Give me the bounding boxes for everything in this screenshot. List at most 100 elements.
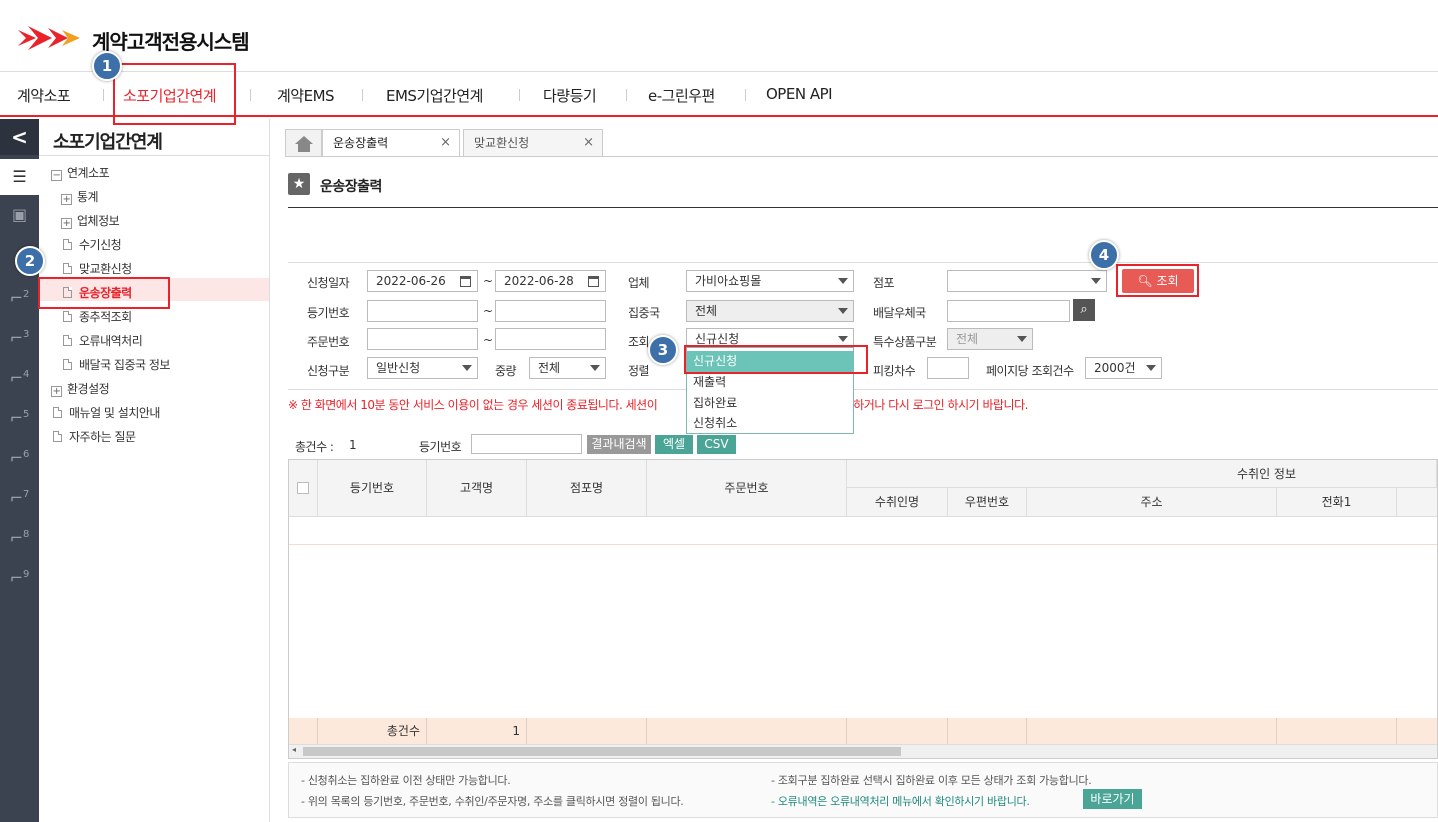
col-customer-name[interactable]: 고객명: [427, 460, 527, 517]
option-cancel-apply[interactable]: 신청취소: [687, 413, 853, 434]
csv-button[interactable]: CSV: [697, 435, 736, 454]
hub-select[interactable]: 전체: [686, 300, 854, 322]
tab-waybill-print[interactable]: 운송장출력 ×: [322, 129, 460, 157]
expand-icon[interactable]: +: [61, 218, 72, 229]
filter-results-button[interactable]: 결과내검색: [587, 435, 651, 454]
chevron-down-icon: [838, 336, 848, 342]
recent-menu-7-icon[interactable]: ⌐7: [0, 477, 39, 513]
recent-menu-2-icon[interactable]: ⌐2: [0, 277, 39, 313]
col-address[interactable]: 주소: [1027, 488, 1277, 517]
col-phone1[interactable]: 전화1: [1277, 488, 1397, 517]
footer-total-label: 총건수: [318, 718, 427, 744]
option-reprint[interactable]: 재출력: [687, 372, 853, 393]
nav-ems-b2b[interactable]: EMS기업간연계: [386, 85, 483, 106]
step-badge-2: 2: [15, 246, 45, 276]
result-reg-no-label: 등기번호: [419, 440, 462, 454]
expand-icon[interactable]: +: [61, 194, 72, 205]
col-order-no[interactable]: 주문번호: [647, 460, 847, 517]
calendar-icon[interactable]: [588, 276, 599, 287]
table-row[interactable]: [289, 517, 1437, 545]
nav-bulk-registered[interactable]: 다량등기: [543, 85, 597, 106]
nav-contract-parcel[interactable]: 계약소포: [17, 85, 71, 106]
recent-menu-8-icon[interactable]: ⌐8: [0, 517, 39, 553]
select-all-checkbox[interactable]: [297, 482, 309, 494]
store-select[interactable]: [947, 270, 1107, 292]
collapse-sidebar-icon[interactable]: <: [0, 119, 39, 155]
order-no-from-input[interactable]: [367, 328, 478, 350]
menu-list-icon[interactable]: ☰: [0, 159, 39, 195]
scroll-left-icon[interactable]: ◂: [292, 745, 296, 754]
tree-item-tracking[interactable]: 종추적조회: [63, 308, 132, 325]
weight-select[interactable]: 전체: [529, 357, 606, 379]
recent-menu-3-icon[interactable]: ⌐3: [0, 317, 39, 353]
close-icon[interactable]: ×: [583, 130, 594, 156]
picking-input[interactable]: [927, 357, 969, 379]
label-special-type: 특수상품구분: [873, 335, 937, 349]
label-per-page: 페이지당 조회건수: [986, 364, 1074, 378]
bookmark-icon[interactable]: ▣: [0, 197, 39, 233]
horizontal-scrollbar[interactable]: ◂: [289, 744, 1437, 758]
header: 계약고객전용시스템: [0, 0, 1438, 72]
tree-item-company-info[interactable]: + 업체정보: [61, 212, 120, 229]
col-postal-code[interactable]: 우편번호: [948, 488, 1027, 517]
recent-menu-5-icon[interactable]: ⌐5: [0, 397, 39, 433]
tab-exchange-apply[interactable]: 맞교환신청 ×: [463, 129, 603, 157]
favorite-star-icon[interactable]: ★: [288, 173, 310, 195]
chevron-down-icon: [1146, 365, 1156, 371]
option-pickup-done[interactable]: 집하완료: [687, 393, 853, 414]
tree-item-linked-parcel[interactable]: − 연계소포: [51, 164, 110, 181]
close-icon[interactable]: ×: [440, 130, 451, 156]
label-order-no: 주문번호: [307, 335, 350, 349]
nav-open-api[interactable]: OPEN API: [766, 85, 833, 103]
reg-no-from-input[interactable]: [367, 300, 478, 322]
search-icon[interactable]: ⌕: [1073, 299, 1095, 321]
result-reg-no-input[interactable]: [471, 434, 582, 454]
excel-button[interactable]: 엑셀: [655, 435, 693, 454]
tree-item-settings[interactable]: + 환경설정: [51, 380, 110, 397]
apply-type-select[interactable]: 일반신청: [367, 357, 478, 379]
nav-e-green-mail[interactable]: e-그린우편: [648, 85, 715, 106]
step-badge-4: 4: [1089, 240, 1119, 270]
reg-no-to-input[interactable]: [495, 300, 606, 322]
tree-item-delivery-hub-info[interactable]: 배달국 집중국 정보: [63, 356, 170, 373]
calendar-icon[interactable]: [460, 276, 471, 287]
col-store-name[interactable]: 점포명: [527, 460, 647, 517]
company-select[interactable]: 가비아쇼핑몰: [686, 270, 854, 292]
document-icon: [63, 263, 72, 274]
expand-icon[interactable]: +: [51, 386, 62, 397]
collapse-icon[interactable]: −: [51, 170, 62, 181]
col-reg-no[interactable]: 등기번호: [318, 460, 427, 517]
order-no-to-input[interactable]: [495, 328, 606, 350]
recent-menu-6-icon[interactable]: ⌐6: [0, 437, 39, 473]
note-error: - 오류내역은 오류내역처리 메뉴에서 확인하시기 바랍니다.: [771, 795, 1030, 808]
nav-contract-ems[interactable]: 계약EMS: [277, 85, 335, 106]
tree-item-exchange-apply[interactable]: 맞교환신청: [63, 260, 132, 277]
brand-title: 계약고객전용시스템: [92, 30, 250, 54]
tree-item-manual-apply[interactable]: 수기신청: [63, 236, 122, 253]
chevron-down-icon: [590, 365, 600, 371]
tree-item-manual-install[interactable]: 매뉴얼 및 설치안내: [53, 404, 160, 421]
label-query-type: 조회: [628, 335, 650, 349]
document-icon: [63, 359, 72, 370]
tree-item-faq[interactable]: 자주하는 질문: [53, 428, 136, 445]
date-from-input[interactable]: 2022-06-26: [367, 270, 478, 292]
per-page-select[interactable]: 2000건: [1085, 357, 1162, 379]
postal-logo-icon[interactable]: [18, 22, 84, 54]
date-to-input[interactable]: 2022-06-28: [495, 270, 606, 292]
special-type-select[interactable]: 전체: [947, 328, 1033, 350]
recent-menu-4-icon[interactable]: ⌐4: [0, 357, 39, 393]
sidebar: 소포기업간연계 − 연계소포 + 통계 + 업체정보 수기신청 맞교환신청 운송장출력…: [39, 119, 270, 822]
tree-item-error-handling[interactable]: 오류내역처리: [63, 332, 143, 349]
delivery-office-input[interactable]: [947, 300, 1070, 322]
goto-button[interactable]: 바로가기: [1083, 789, 1142, 809]
scrollbar-thumb[interactable]: [303, 747, 901, 756]
col-recipient-name[interactable]: 수취인명: [847, 488, 948, 517]
recent-menu-9-icon[interactable]: ⌐9: [0, 557, 39, 593]
label-company: 업체: [628, 276, 650, 290]
tree-item-stats[interactable]: + 통계: [61, 188, 99, 205]
home-tab[interactable]: [285, 129, 322, 157]
step-badge-3: 3: [648, 335, 678, 365]
label-sort: 정렬: [628, 364, 650, 378]
home-icon: [294, 136, 313, 152]
result-table: 등기번호 고객명 점포명 주문번호 수취인 정보 수취인명 우편번호 주소 전화…: [288, 459, 1438, 759]
